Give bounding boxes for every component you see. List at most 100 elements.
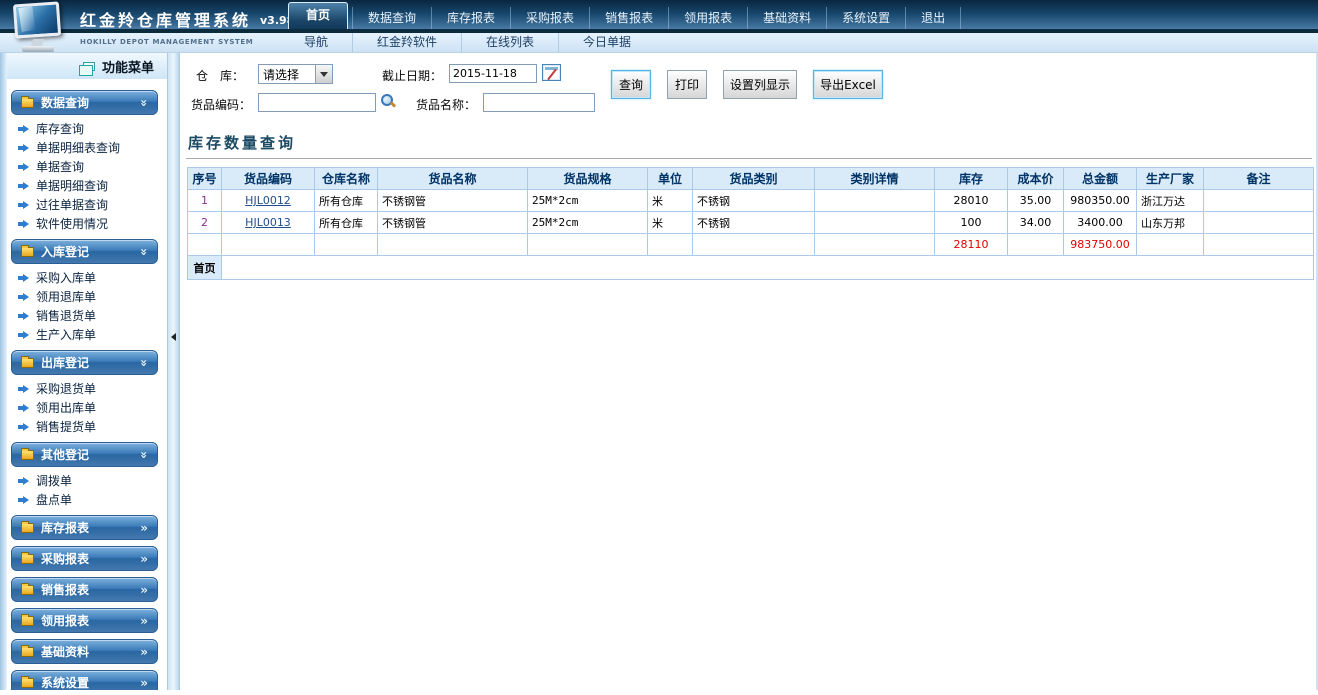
sidebar-section-outbound[interactable]: 出库登记 xyxy=(11,350,158,375)
col-spec: 货品规格 xyxy=(528,168,648,190)
stock-quantity-table: 序号 货品编码 仓库名称 货品名称 货品规格 单位 货品类别 类别详情 库存 成… xyxy=(187,167,1314,280)
cell-category-detail xyxy=(815,190,935,212)
cell-item-name: 不锈钢管 xyxy=(378,212,528,234)
folder-open-icon xyxy=(21,98,34,108)
arrow-right-icon xyxy=(18,125,29,133)
sidebar-item-past-order-query[interactable]: 过往单据查询 xyxy=(7,195,167,214)
table-footer-row: 首页 xyxy=(188,256,1314,280)
sidebar-section-stock-report[interactable]: 库存报表 xyxy=(11,515,158,540)
subtab-today-orders[interactable]: 今日单据 xyxy=(558,33,655,52)
tab-logout[interactable]: 退出 xyxy=(905,7,961,29)
sidebar: 功能菜单 数据查询 库存查询 单据明细表查询 单据查询 单据明细查询 过往单据查… xyxy=(0,53,167,690)
section-items: 采购入库单 领用退库单 销售退货单 生产入库单 xyxy=(7,268,167,344)
chevron-down-icon xyxy=(140,449,148,461)
sidebar-section-system-settings[interactable]: 系统设置 xyxy=(11,670,158,690)
collapse-arrow-icon xyxy=(171,333,176,341)
tab-home[interactable]: 首页 xyxy=(288,2,348,29)
section-items: 采购退货单 领用出库单 销售提货单 xyxy=(7,379,167,436)
tab-sales-report[interactable]: 销售报表 xyxy=(589,7,668,29)
warehouse-label: 仓 库： xyxy=(196,67,244,84)
section-label: 出库登记 xyxy=(41,354,89,371)
arrow-right-icon xyxy=(18,201,29,209)
table-row: 1 HJL0012 所有仓库 不锈钢管 25M*2cm 米 不锈钢 28010 … xyxy=(188,190,1314,212)
arrow-right-icon xyxy=(18,496,29,504)
chevron-right-icon xyxy=(140,553,148,565)
column-settings-button[interactable]: 设置列显示 xyxy=(723,70,797,99)
total-amount: 983750.00 xyxy=(1064,234,1137,256)
app-logo-monitor-icon xyxy=(2,1,74,53)
date-input[interactable] xyxy=(449,64,537,83)
chevron-right-icon xyxy=(140,522,148,534)
tab-stock-report[interactable]: 库存报表 xyxy=(431,7,510,29)
folder-closed-icon xyxy=(21,647,34,657)
sidebar-item-requisition-return[interactable]: 领用退库单 xyxy=(7,287,167,306)
app-title: 红金羚仓库管理系统v3.98 xyxy=(80,7,294,31)
section-label: 销售报表 xyxy=(41,581,89,598)
sidebar-section-requisition-report[interactable]: 领用报表 xyxy=(11,608,158,633)
cell-serial: 1 xyxy=(188,190,222,212)
sidebar-section-base-data[interactable]: 基础资料 xyxy=(11,639,158,664)
folder-closed-icon xyxy=(21,554,34,564)
tab-data-query[interactable]: 数据查询 xyxy=(352,7,431,29)
pagination-home-link[interactable]: 首页 xyxy=(188,256,222,280)
title-divider xyxy=(186,158,1312,159)
chevron-right-icon xyxy=(140,646,148,658)
sidebar-item-order-detail-query[interactable]: 单据明细查询 xyxy=(7,176,167,195)
col-warehouse: 仓库名称 xyxy=(315,168,378,190)
search-icon[interactable] xyxy=(380,93,396,109)
sidebar-collapse-handle[interactable] xyxy=(167,53,180,690)
sidebar-item-software-usage[interactable]: 软件使用情况 xyxy=(7,214,167,233)
sidebar-item-sales-return[interactable]: 销售退货单 xyxy=(7,306,167,325)
tab-requisition-report[interactable]: 领用报表 xyxy=(668,7,747,29)
arrow-right-icon xyxy=(18,144,29,152)
table-row: 2 HJL0013 所有仓库 不锈钢管 25M*2cm 米 不锈钢 100 34… xyxy=(188,212,1314,234)
section-label: 系统设置 xyxy=(41,674,89,690)
sidebar-item-requisition-outbound[interactable]: 领用出库单 xyxy=(7,398,167,417)
sidebar-item-order-query[interactable]: 单据查询 xyxy=(7,157,167,176)
monitor-base xyxy=(22,46,54,52)
sidebar-section-purchase-report[interactable]: 采购报表 xyxy=(11,546,158,571)
col-total-amount: 总金额 xyxy=(1064,168,1137,190)
subtab-hokilly-software[interactable]: 红金羚软件 xyxy=(352,33,461,52)
query-button[interactable]: 查询 xyxy=(611,70,651,99)
secondary-nav: HOKILLY DEPOT MANAGEMENT SYSTEM 导航 红金羚软件… xyxy=(0,33,1318,53)
sidebar-item-order-detail-table-query[interactable]: 单据明细表查询 xyxy=(7,138,167,157)
folder-closed-icon xyxy=(21,616,34,626)
item-name-input[interactable] xyxy=(483,93,595,112)
item-code-input[interactable] xyxy=(258,93,376,112)
tab-base-data[interactable]: 基础资料 xyxy=(747,7,826,29)
subtab-navigation[interactable]: 导航 xyxy=(280,33,352,52)
arrow-right-icon xyxy=(18,331,29,339)
cell-item-name: 不锈钢管 xyxy=(378,190,528,212)
item-name-label: 货品名称： xyxy=(416,96,476,113)
sidebar-section-inbound[interactable]: 入库登记 xyxy=(11,239,158,264)
tab-purchase-report[interactable]: 采购报表 xyxy=(510,7,589,29)
arrow-right-icon xyxy=(18,404,29,412)
cell-manufacturer: 浙江万达 xyxy=(1137,190,1204,212)
item-code-link[interactable]: HJL0012 xyxy=(245,194,291,207)
sidebar-item-transfer-order[interactable]: 调拨单 xyxy=(7,471,167,490)
sidebar-section-data-query[interactable]: 数据查询 xyxy=(11,90,158,115)
export-excel-button[interactable]: 导出Excel xyxy=(813,70,883,99)
folder-open-icon xyxy=(21,247,34,257)
sidebar-item-purchase-return[interactable]: 采购退货单 xyxy=(7,379,167,398)
sidebar-item-sales-delivery[interactable]: 销售提货单 xyxy=(7,417,167,436)
sidebar-item-stocktake-order[interactable]: 盘点单 xyxy=(7,490,167,509)
chevron-down-icon xyxy=(140,97,148,109)
item-code-link[interactable]: HJL0013 xyxy=(245,216,291,229)
sidebar-item-purchase-inbound[interactable]: 采购入库单 xyxy=(7,268,167,287)
sidebar-section-other[interactable]: 其他登记 xyxy=(11,442,158,467)
tab-system-settings[interactable]: 系统设置 xyxy=(826,7,905,29)
subtab-online-list[interactable]: 在线列表 xyxy=(461,33,558,52)
sidebar-item-stock-query[interactable]: 库存查询 xyxy=(7,119,167,138)
calendar-picker-icon[interactable] xyxy=(542,64,561,81)
section-label: 其他登记 xyxy=(41,446,89,463)
dropdown-arrow-icon[interactable] xyxy=(315,65,332,83)
section-label: 库存报表 xyxy=(41,519,89,536)
folder-open-icon xyxy=(21,450,34,460)
warehouse-select[interactable]: 请选择 xyxy=(258,64,333,84)
sidebar-item-production-inbound[interactable]: 生产入库单 xyxy=(7,325,167,344)
arrow-right-icon xyxy=(18,477,29,485)
print-button[interactable]: 打印 xyxy=(667,70,707,99)
sidebar-section-sales-report[interactable]: 销售报表 xyxy=(11,577,158,602)
